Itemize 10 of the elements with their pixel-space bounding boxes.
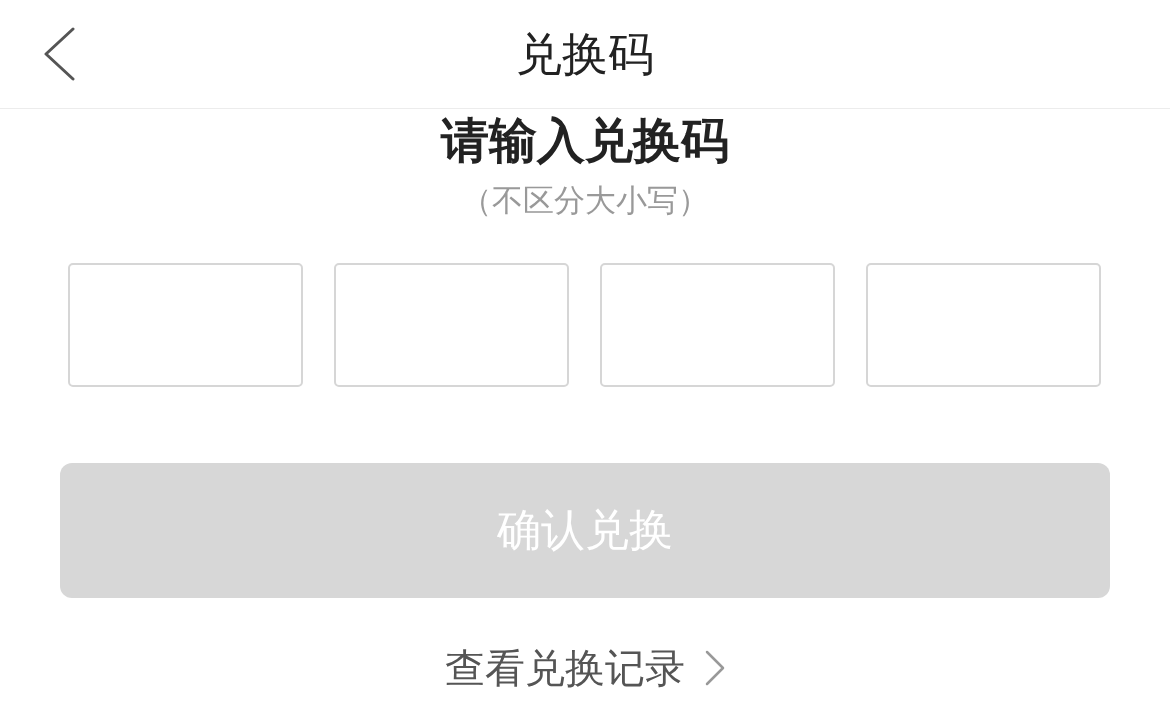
code-input-field[interactable] — [68, 263, 303, 387]
code-input-field[interactable] — [334, 263, 569, 387]
page-title: 兑换码 — [516, 26, 654, 83]
records-link[interactable]: 查看兑换记录 — [445, 643, 725, 693]
case-hint: （不区分大小写） — [461, 181, 709, 220]
chevron-right-icon — [705, 650, 725, 686]
code-input-field[interactable] — [866, 263, 1101, 387]
prompt-heading: 请输入兑换码 — [441, 111, 729, 170]
back-icon[interactable] — [44, 27, 75, 81]
code-input-field[interactable] — [600, 263, 835, 387]
